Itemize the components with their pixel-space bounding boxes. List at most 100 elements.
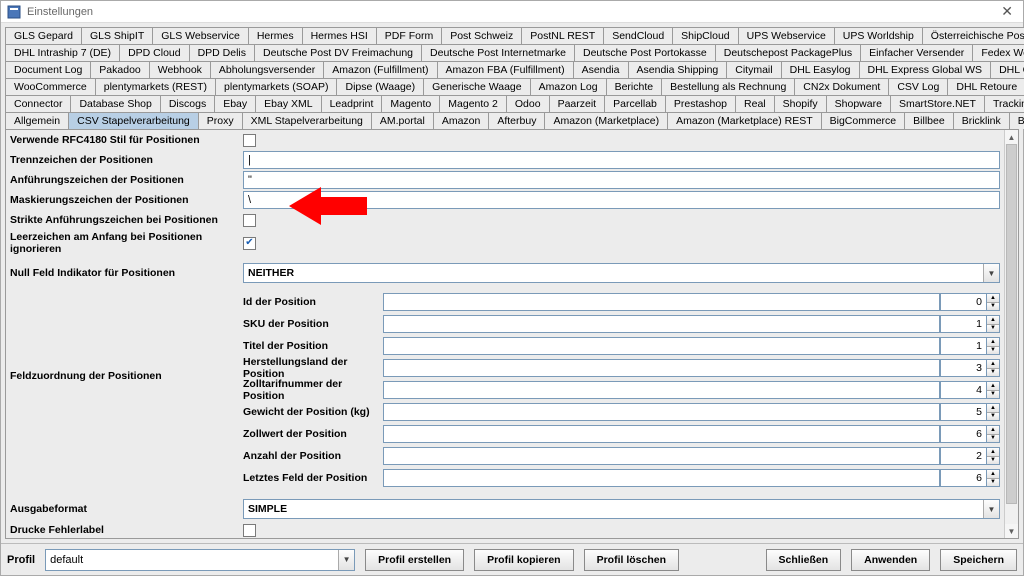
mapping-row-input[interactable] [383, 293, 940, 311]
tab-smartstore-net[interactable]: SmartStore.NET [890, 95, 985, 112]
quote-input[interactable] [243, 171, 1000, 189]
tab-dhl-gesch-ftskundenversand[interactable]: DHL Geschäftskundenversand [990, 61, 1024, 78]
tab-woocommerce[interactable]: WooCommerce [5, 78, 96, 95]
profile-combo[interactable]: default ▼ [45, 549, 355, 571]
spinner-down-icon[interactable]: ▼ [987, 413, 999, 421]
tab-amazon-marketplace-rest[interactable]: Amazon (Marketplace) REST [667, 112, 822, 129]
tab-gls-webservice[interactable]: GLS Webservice [152, 27, 249, 44]
tab-ebay-xml[interactable]: Ebay XML [255, 95, 321, 112]
tab-deutsche-post-internetmarke[interactable]: Deutsche Post Internetmarke [421, 44, 575, 61]
tab-generische-waage[interactable]: Generische Waage [423, 78, 531, 95]
tab-shopware[interactable]: Shopware [826, 95, 891, 112]
spinner-up-icon[interactable]: ▲ [987, 470, 999, 479]
mapping-row-input[interactable] [383, 403, 940, 421]
mapping-spinner[interactable]: 0▲▼ [940, 293, 1000, 311]
spinner-down-icon[interactable]: ▼ [987, 479, 999, 487]
spinner-down-icon[interactable]: ▼ [987, 391, 999, 399]
tab-amazon[interactable]: Amazon [433, 112, 490, 129]
tab-am-portal[interactable]: AM.portal [371, 112, 434, 129]
error-label-checkbox[interactable] [243, 524, 256, 537]
tab-amazon-fba-fulfillment-[interactable]: Amazon FBA (Fulfillment) [437, 61, 574, 78]
tab-csv-stapelverarbeitung[interactable]: CSV Stapelverarbeitung [68, 112, 199, 129]
vertical-scrollbar[interactable]: ▲ ▼ [1004, 130, 1018, 538]
scrollbar-thumb[interactable] [1006, 144, 1017, 504]
tab-database-shop[interactable]: Database Shop [70, 95, 160, 112]
tab-abholungsversender[interactable]: Abholungsversender [210, 61, 324, 78]
tab-dipse-waage-[interactable]: Dipse (Waage) [336, 78, 424, 95]
tab-berichte[interactable]: Berichte [606, 78, 663, 95]
spinner-down-icon[interactable]: ▼ [987, 435, 999, 443]
tab-prestashop[interactable]: Prestashop [665, 95, 736, 112]
tab-gls-shipit[interactable]: GLS ShipIT [81, 27, 153, 44]
tab-dhl-retoure[interactable]: DHL Retoure [947, 78, 1024, 95]
tab-dhl-express-global-ws[interactable]: DHL Express Global WS [859, 61, 992, 78]
tab-magento[interactable]: Magento [381, 95, 440, 112]
spinner-up-icon[interactable]: ▲ [987, 404, 999, 413]
spinner-up-icon[interactable]: ▲ [987, 360, 999, 369]
close-button[interactable]: Schließen [766, 549, 842, 571]
tab-discogs[interactable]: Discogs [160, 95, 215, 112]
tab-asendia-shipping[interactable]: Asendia Shipping [628, 61, 728, 78]
spinner-up-icon[interactable]: ▲ [987, 426, 999, 435]
tab-amazon-log[interactable]: Amazon Log [530, 78, 607, 95]
tab-plentymarkets-soap-[interactable]: plentymarkets (SOAP) [215, 78, 337, 95]
tab-bricklink[interactable]: Bricklink [953, 112, 1010, 129]
spinner-up-icon[interactable]: ▲ [987, 316, 999, 325]
mapping-spinner[interactable]: 1▲▼ [940, 315, 1000, 333]
mapping-spinner[interactable]: 2▲▼ [940, 447, 1000, 465]
tab-post-schweiz[interactable]: Post Schweiz [441, 27, 522, 44]
spinner-down-icon[interactable]: ▼ [987, 369, 999, 377]
tab-cn2x-dokument[interactable]: CN2x Dokument [794, 78, 889, 95]
tab-trackingportal[interactable]: Trackingportal [984, 95, 1024, 112]
tab-hermes-hsi[interactable]: Hermes HSI [302, 27, 377, 44]
tab-csv-log[interactable]: CSV Log [888, 78, 948, 95]
spinner-down-icon[interactable]: ▼ [987, 457, 999, 465]
tab-dhl-easylog[interactable]: DHL Easylog [781, 61, 860, 78]
tab-connector[interactable]: Connector [5, 95, 71, 112]
spinner-down-icon[interactable]: ▼ [987, 347, 999, 355]
tab-gls-gepard[interactable]: GLS Gepard [5, 27, 82, 44]
mapping-spinner[interactable]: 6▲▼ [940, 425, 1000, 443]
save-button[interactable]: Speichern [940, 549, 1017, 571]
tab-webhook[interactable]: Webhook [149, 61, 211, 78]
tab-magento-2[interactable]: Magento 2 [439, 95, 507, 112]
tab-sendcloud[interactable]: SendCloud [603, 27, 673, 44]
tab-plentymarkets-rest-[interactable]: plentymarkets (REST) [95, 78, 216, 95]
tab-allgemein[interactable]: Allgemein [5, 112, 69, 129]
scroll-up-icon[interactable]: ▲ [1005, 130, 1018, 144]
tab-hermes[interactable]: Hermes [248, 27, 303, 44]
tab-ups-webservice[interactable]: UPS Webservice [738, 27, 835, 44]
mapping-spinner[interactable]: 6▲▼ [940, 469, 1000, 487]
tab-brickowl[interactable]: Brickowl [1009, 112, 1024, 129]
spinner-up-icon[interactable]: ▲ [987, 338, 999, 347]
tab-postnl-rest[interactable]: PostNL REST [521, 27, 604, 44]
mapping-spinner[interactable]: 4▲▼ [940, 381, 1000, 399]
mapping-row-input[interactable] [383, 425, 940, 443]
tab-dpd-cloud[interactable]: DPD Cloud [119, 44, 190, 61]
tab-real[interactable]: Real [735, 95, 775, 112]
tab-dpd-delis[interactable]: DPD Delis [189, 44, 255, 61]
close-icon[interactable]: ✕ [997, 3, 1017, 20]
tab-pakadoo[interactable]: Pakadoo [90, 61, 149, 78]
tab-citymail[interactable]: Citymail [726, 61, 781, 78]
tab-deutsche-post-portokasse[interactable]: Deutsche Post Portokasse [574, 44, 716, 61]
tab-ebay[interactable]: Ebay [214, 95, 256, 112]
spinner-down-icon[interactable]: ▼ [987, 325, 999, 333]
tab-odoo[interactable]: Odoo [506, 95, 550, 112]
separator-input[interactable] [243, 151, 1000, 169]
nullfield-combo[interactable]: NEITHER ▼ [243, 263, 1000, 283]
rfc4180-checkbox[interactable] [243, 134, 256, 147]
tab-pdf-form[interactable]: PDF Form [376, 27, 442, 44]
spinner-up-icon[interactable]: ▲ [987, 382, 999, 391]
tab-amazon-marketplace-[interactable]: Amazon (Marketplace) [544, 112, 668, 129]
tab-afterbuy[interactable]: Afterbuy [488, 112, 545, 129]
scroll-down-icon[interactable]: ▼ [1005, 524, 1018, 538]
strict-checkbox[interactable] [243, 214, 256, 227]
profile-create-button[interactable]: Profil erstellen [365, 549, 464, 571]
tab-paarzeit[interactable]: Paarzeit [549, 95, 606, 112]
chevron-down-icon[interactable]: ▼ [983, 264, 999, 282]
escape-input[interactable] [243, 191, 1000, 209]
tab-einfacher-versender[interactable]: Einfacher Versender [860, 44, 973, 61]
mapping-row-input[interactable] [383, 381, 940, 399]
mapping-spinner[interactable]: 3▲▼ [940, 359, 1000, 377]
